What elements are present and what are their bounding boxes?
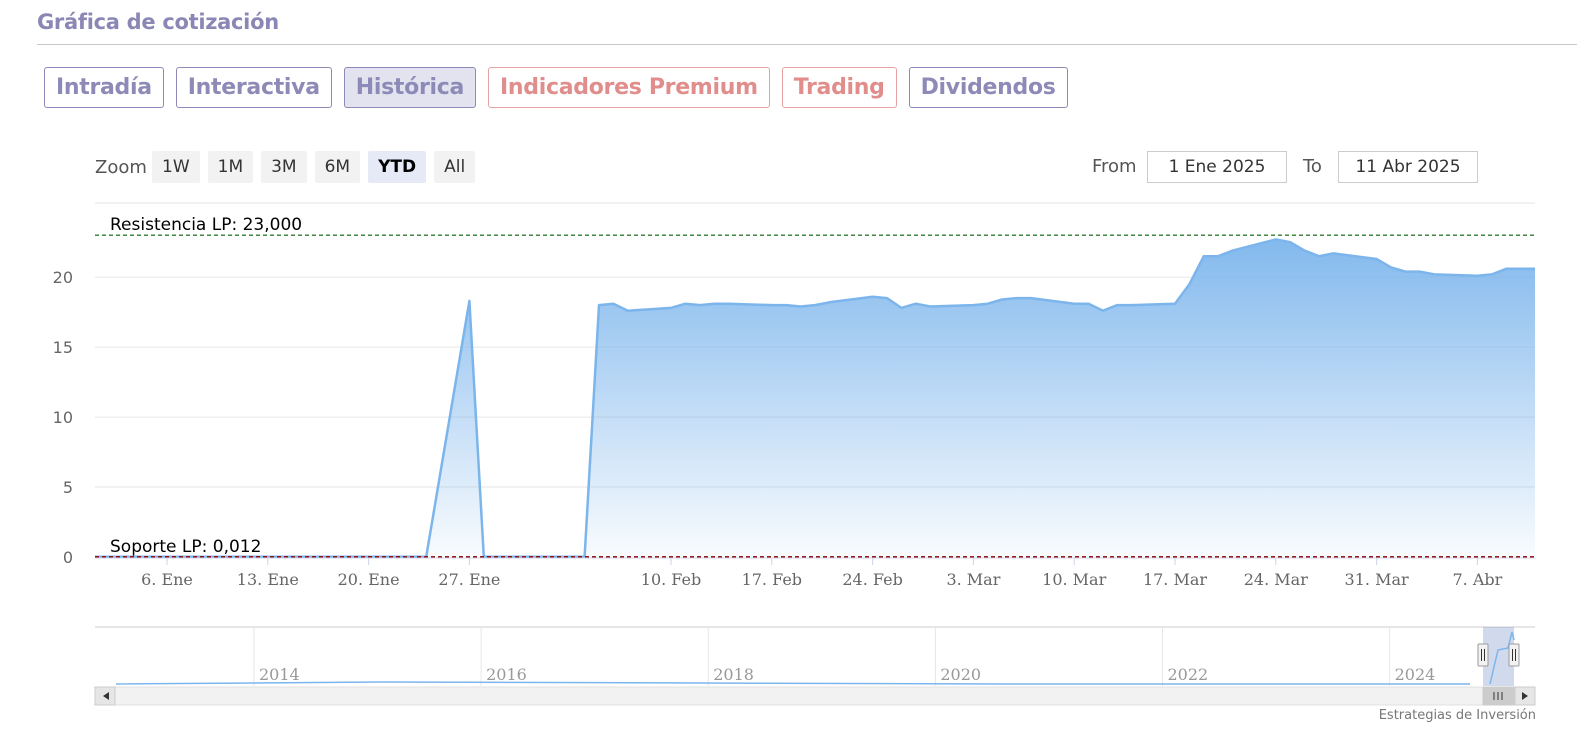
navigator-year-label: 2016 [486, 665, 527, 684]
navigator-series-line [115, 681, 1470, 685]
x-tick-label: 24. Feb [842, 570, 902, 589]
x-tick-label: 17. Feb [742, 570, 802, 589]
resistance-label: Resistencia LP: 23,000 [110, 215, 302, 235]
chart-credits: Estrategias de Inversión [1378, 708, 1536, 723]
x-tick-label: 10. Feb [641, 570, 701, 589]
navigator-year-label: 2020 [940, 665, 981, 684]
scrollbar-track[interactable] [94, 686, 1536, 706]
navigator-year-label: 2024 [1395, 665, 1436, 684]
navigator-year-label: 2018 [713, 665, 754, 684]
x-tick-label: 10. Mar [1042, 570, 1106, 589]
x-tick-label: 3. Mar [946, 570, 1000, 589]
navigator-right-handle[interactable] [1508, 643, 1520, 667]
x-tick-label: 31. Mar [1345, 570, 1409, 589]
support-label: Soporte LP: 0,012 [110, 537, 261, 557]
x-tick-label: 27. Ene [438, 570, 500, 589]
navigator-year-label: 2014 [259, 665, 300, 684]
x-tick-label: 20. Ene [338, 570, 400, 589]
y-tick-label: 5 [63, 478, 73, 497]
x-tick-label: 13. Ene [237, 570, 299, 589]
y-tick-label: 0 [63, 548, 73, 567]
x-tick-label: 6. Ene [141, 570, 193, 589]
price-chart: Resistencia LP: 23,000Soporte LP: 0,012 … [53, 202, 1536, 706]
x-tick-label: 7. Abr [1453, 570, 1503, 589]
x-tick-label: 17. Mar [1143, 570, 1207, 589]
y-tick-label: 10 [53, 408, 73, 427]
y-tick-label: 20 [53, 268, 73, 287]
navigator-year-label: 2022 [1168, 665, 1209, 684]
navigator-left-handle[interactable] [1477, 643, 1489, 667]
price-area [95, 239, 1535, 557]
y-tick-label: 15 [53, 338, 73, 357]
x-tick-label: 24. Mar [1244, 570, 1308, 589]
